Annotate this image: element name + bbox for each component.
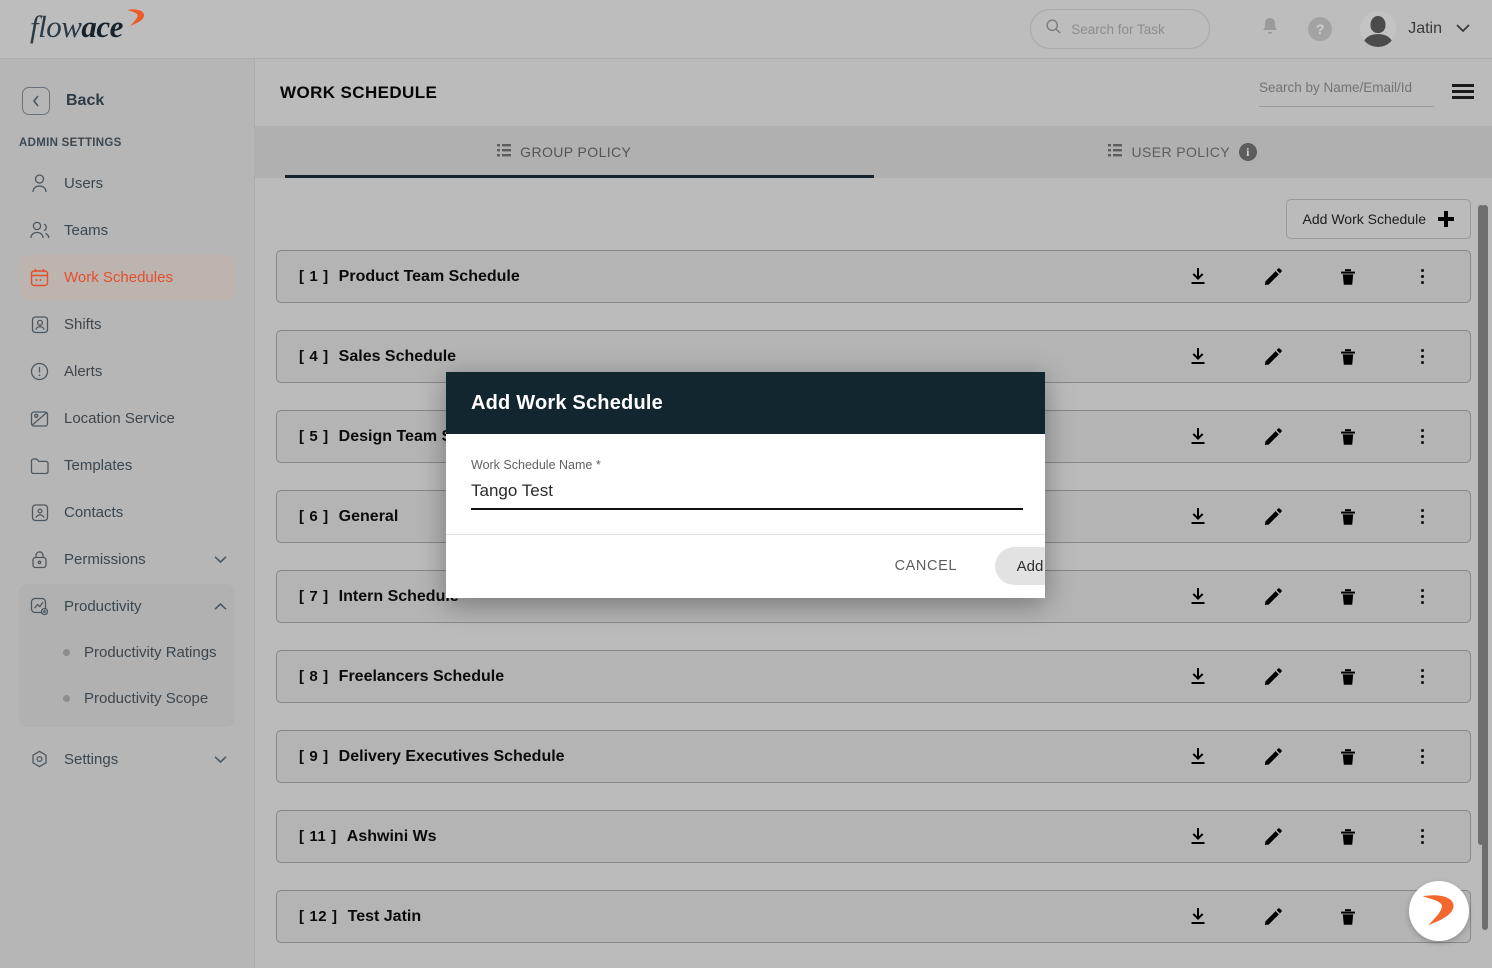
dialog-title: Add Work Schedule — [471, 391, 663, 414]
cancel-button[interactable]: CANCEL — [881, 548, 971, 584]
dialog-footer: CANCEL Add — [446, 534, 1045, 597]
schedule-name-input[interactable] — [471, 481, 1023, 510]
schedule-name-label: Work Schedule Name * — [471, 458, 601, 472]
dialog-header: Add Work Schedule — [446, 372, 1045, 434]
dialog-body: Work Schedule Name * — [446, 434, 1045, 534]
add-work-schedule-dialog: Add Work Schedule Work Schedule Name * C… — [446, 372, 1045, 598]
add-confirm-button[interactable]: Add — [995, 547, 1045, 585]
app-window: flow ace Search for Task ? Jatin Back AD… — [0, 0, 1492, 968]
